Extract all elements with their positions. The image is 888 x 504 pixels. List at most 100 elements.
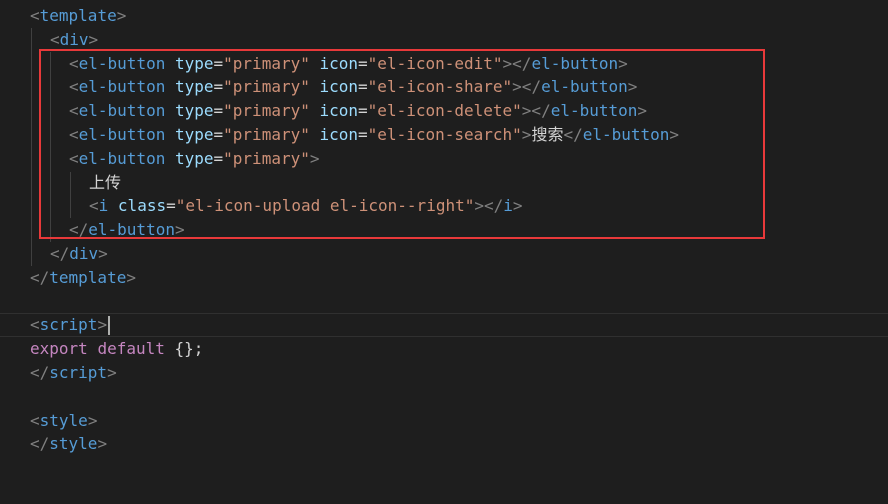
code-token: </	[69, 220, 89, 240]
code-token: >	[88, 29, 99, 49]
code-token: 搜索	[531, 125, 564, 144]
code-token: >	[98, 244, 108, 263]
code-token: icon	[319, 77, 359, 97]
code-token: >	[309, 148, 320, 168]
code-token: >	[97, 434, 108, 454]
code-line[interactable]: <el-button type="primary">	[69, 147, 320, 171]
code-token: >	[637, 101, 648, 121]
code-token: el-button	[78, 77, 166, 97]
code-token: type	[174, 101, 214, 121]
code-token: >	[618, 53, 628, 73]
code-token: =	[213, 77, 224, 97]
code-token: style	[49, 434, 98, 454]
code-line[interactable]: </template>	[30, 266, 136, 290]
code-line[interactable]: export default {};	[30, 337, 203, 361]
code-token: default	[97, 339, 165, 359]
code-token: =	[166, 196, 176, 216]
code-token: script	[39, 315, 98, 335]
code-token: "el-icon-edit"	[367, 53, 503, 73]
code-token: "primary"	[223, 148, 310, 168]
code-token: </	[30, 363, 50, 382]
code-token: ></	[502, 53, 532, 73]
code-token: icon	[319, 125, 359, 144]
code-token: =	[358, 125, 368, 144]
code-line[interactable]: <el-button type="primary" icon="el-icon-…	[69, 123, 679, 147]
code-line[interactable]: <div>	[50, 28, 98, 52]
code-token: >	[669, 125, 680, 144]
code-token: "el-icon-upload el-icon--right"	[175, 196, 475, 216]
code-token: icon	[319, 101, 359, 121]
code-token: "primary"	[223, 125, 310, 144]
code-token: >	[116, 6, 127, 25]
code-token: >	[107, 363, 117, 382]
code-token: <	[30, 410, 40, 430]
code-token: class	[117, 196, 167, 216]
current-line-highlight	[0, 313, 888, 337]
code-token: el-button	[582, 125, 670, 144]
code-token: script	[49, 363, 108, 382]
code-token: el-button	[78, 125, 166, 144]
code-token: </	[50, 244, 70, 263]
code-token: =	[358, 53, 368, 73]
code-token: <	[69, 53, 79, 73]
code-line[interactable]: </script>	[30, 361, 117, 385]
code-token: div	[69, 244, 99, 263]
code-token: </	[30, 267, 50, 287]
code-token: icon	[319, 53, 359, 73]
code-token: type	[174, 125, 214, 144]
code-token: type	[174, 53, 214, 73]
code-token: ></	[512, 77, 542, 97]
code-line[interactable]: <el-button type="primary" icon="el-icon-…	[69, 52, 628, 76]
code-token: =	[213, 148, 224, 168]
code-token: =	[213, 53, 224, 73]
code-token: 上传	[89, 172, 122, 192]
text-cursor	[108, 316, 111, 336]
code-token: >	[97, 315, 108, 335]
code-token: >	[512, 196, 523, 216]
code-token: el-button	[531, 53, 619, 73]
code-line[interactable]: <template>	[30, 4, 126, 28]
code-line[interactable]: </style>	[30, 432, 107, 456]
code-token: type	[174, 148, 214, 168]
code-token: <	[69, 125, 79, 144]
code-token: >	[521, 125, 532, 144]
code-line[interactable]: <script>	[30, 313, 111, 337]
indent-guide	[70, 172, 71, 218]
code-token: "el-icon-share"	[367, 77, 513, 97]
code-line[interactable]: 上传	[89, 171, 121, 195]
code-token: el-button	[550, 101, 638, 121]
code-token: {};	[164, 339, 204, 359]
code-token: <	[69, 77, 79, 97]
code-token: "primary"	[223, 101, 310, 121]
code-line[interactable]: <i class="el-icon-upload el-icon--right"…	[89, 194, 523, 218]
code-editor[interactable]: <template> <div> <el-button type="primary"…	[0, 0, 888, 504]
code-token: <	[69, 101, 79, 121]
code-token: ></	[474, 196, 504, 216]
code-token: el-button	[541, 77, 628, 97]
code-line[interactable]: </div>	[50, 242, 108, 266]
code-token: ></	[521, 101, 551, 121]
code-token: >	[174, 220, 185, 240]
code-line[interactable]: </el-button>	[69, 218, 185, 242]
code-token: >	[87, 410, 98, 430]
code-token: "primary"	[223, 77, 310, 97]
code-token: type	[174, 77, 214, 97]
code-token: <	[89, 196, 99, 216]
code-token: el-button	[78, 53, 166, 73]
code-token: =	[358, 77, 368, 97]
code-token: >	[126, 267, 136, 287]
code-token: =	[213, 125, 224, 144]
indent-guide	[50, 52, 51, 242]
code-token: </	[563, 125, 583, 144]
code-line[interactable]: <el-button type="primary" icon="el-icon-…	[69, 75, 637, 99]
code-line[interactable]: <el-button type="primary" icon="el-icon-…	[69, 99, 647, 123]
code-token: <	[69, 148, 79, 168]
code-line[interactable]: <style>	[30, 409, 97, 433]
